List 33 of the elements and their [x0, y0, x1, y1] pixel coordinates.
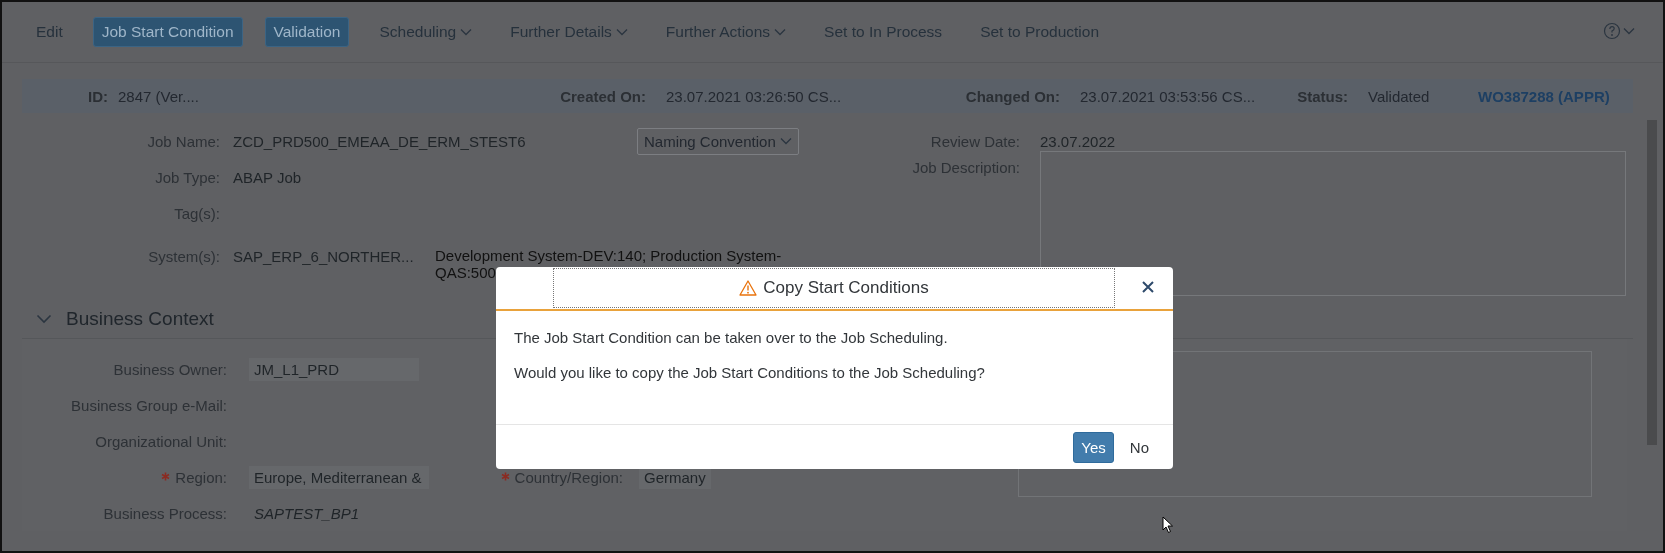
field-value: SAPTEST_BP1: [254, 504, 360, 522]
caret-icon: [779, 137, 792, 145]
toolbar-button[interactable]: Validation: [264, 17, 350, 47]
toolbar-button[interactable]: Set to Production: [972, 18, 1108, 46]
caret-icon: [460, 28, 473, 36]
close-icon: [1141, 279, 1155, 294]
mouse-cursor-icon: [1162, 516, 1174, 534]
naming-convention-dropdown[interactable]: Naming Convention: [637, 127, 799, 155]
field-value: 23.07.2021 03:53:56 CS...: [1080, 87, 1257, 105]
field-value: 23.07.2022: [1040, 132, 1116, 150]
dialog-title: Copy Start Conditions: [553, 268, 1115, 308]
caret-icon: [774, 28, 787, 36]
field-value: Validated: [1368, 87, 1431, 105]
section-title: Business Context: [66, 308, 214, 330]
field-value: 2847 (Ver....: [118, 87, 200, 105]
field-value: JM_L1_PRD: [249, 357, 419, 381]
field-value: ABAP Job: [233, 168, 302, 186]
field-value: Europe, Mediterranean &: [249, 465, 429, 489]
dialog-button[interactable]: No: [1119, 432, 1159, 462]
field-value: 23.07.2021 03:26:50 CS...: [666, 87, 843, 105]
toolbar-button[interactable]: Further Actions: [657, 18, 795, 46]
field-value: SAP_ERP_6_NORTHER...: [233, 247, 415, 265]
dialog-message: The Job Start Condition can be taken over to the Job Scheduling.: [514, 329, 949, 346]
dialog-button[interactable]: Yes: [1073, 431, 1114, 463]
caret-icon: [615, 28, 628, 36]
toolbar-button[interactable]: Job Start Condition: [92, 17, 243, 47]
dialog-message: Would you like to copy the Job Start Conditions to the Job Scheduling?: [514, 364, 986, 381]
field-value: ZCD_PRD500_EMEAA_DE_ERM_STEST6: [233, 132, 527, 150]
link[interactable]: WO387288 (APPR): [1478, 87, 1610, 105]
toolbar-button[interactable]: Further Details: [502, 18, 636, 46]
warning-icon: [739, 280, 758, 296]
toolbar-button[interactable]: Edit: [28, 18, 71, 46]
toolbar-button[interactable]: Scheduling: [371, 18, 481, 46]
